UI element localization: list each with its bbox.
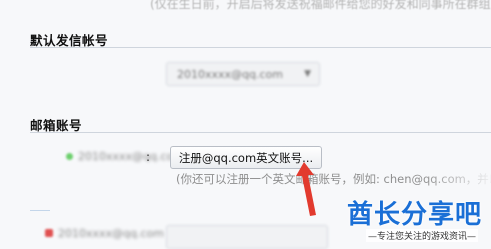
section-divider xyxy=(30,132,491,133)
green-status-dot-icon xyxy=(66,153,73,160)
hint-fade xyxy=(420,163,491,193)
watermark-brand: 酋长分享吧 xyxy=(347,200,483,230)
second-account-select[interactable] xyxy=(166,225,328,249)
label-colon: : xyxy=(146,150,151,164)
top-note: (仅在生日前，开启后将发送祝福邮件给您的好友和同事所在群组) xyxy=(150,0,491,11)
red-arrow-icon xyxy=(296,162,316,216)
chevron-down-icon: ▼ xyxy=(304,69,311,79)
row-divider xyxy=(30,210,50,211)
second-account-label: 2010xxxx@qq.com xyxy=(58,227,164,240)
default-sender-select[interactable]: 2010xxxx@qq.com ▼ xyxy=(166,62,320,86)
section-divider xyxy=(30,47,491,48)
qq-account-label: 2010xxxx@qq.com xyxy=(78,150,184,163)
red-status-icon xyxy=(45,229,53,237)
default-sender-value: 2010xxxx@qq.com xyxy=(177,68,283,81)
watermark-tagline: —专注您关注的游戏资讯— xyxy=(366,229,479,242)
